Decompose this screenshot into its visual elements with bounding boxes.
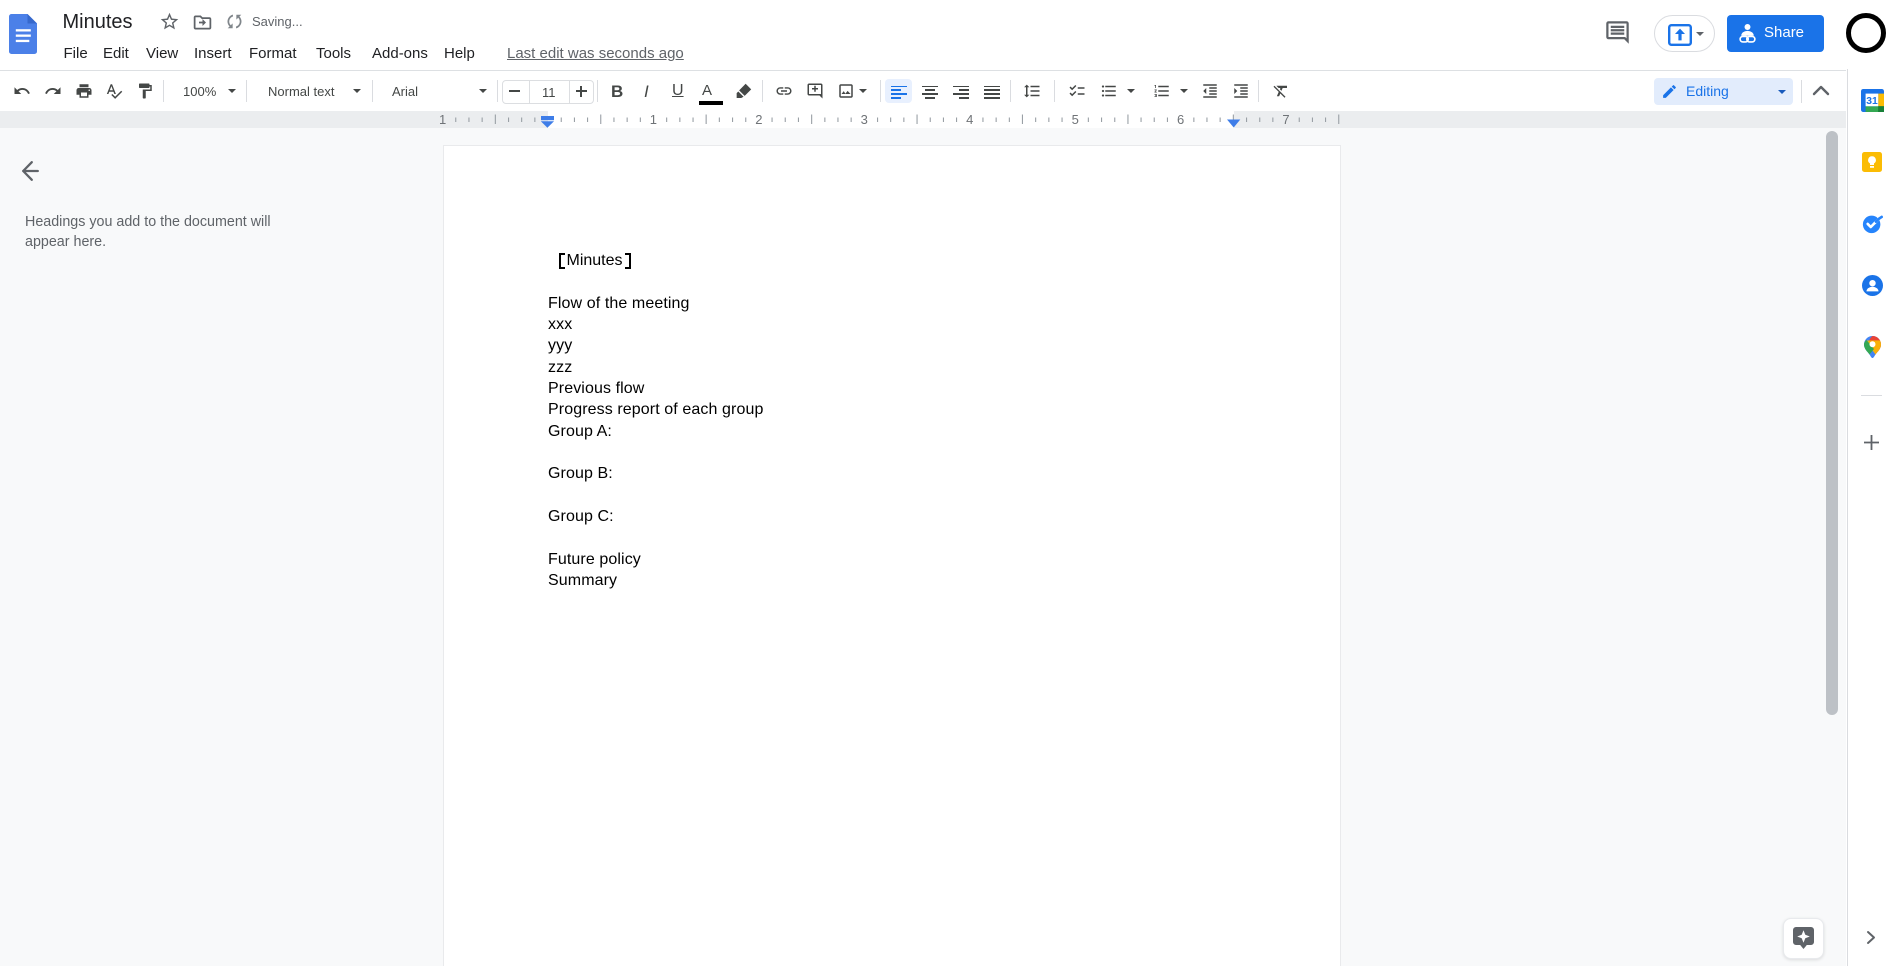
svg-text:7: 7 <box>1282 112 1289 127</box>
svg-text:31: 31 <box>1866 96 1878 107</box>
svg-text:6: 6 <box>1177 112 1184 127</box>
svg-text:4: 4 <box>966 112 973 127</box>
svg-text:1: 1 <box>650 112 657 127</box>
svg-text:2: 2 <box>755 112 762 127</box>
svg-text:3: 3 <box>861 112 868 127</box>
svg-text:5: 5 <box>1072 112 1079 127</box>
svg-text:1: 1 <box>439 112 446 127</box>
